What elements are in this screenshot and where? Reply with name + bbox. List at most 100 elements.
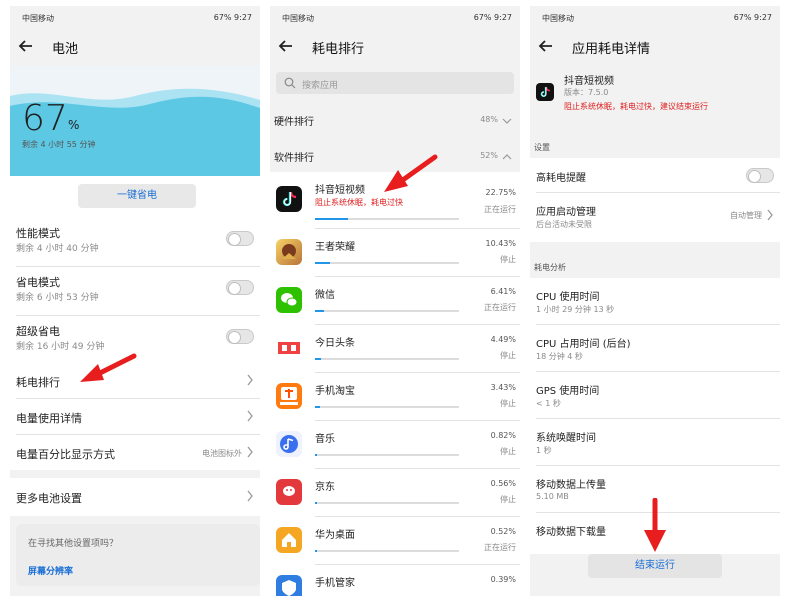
settings-section-header: 设置 (534, 143, 550, 152)
app-list: 抖音短视频 阻止系统休眠，耗电过快 22.75% 正在运行 王者荣耀 10.43… (270, 172, 520, 596)
chevron-up-icon (502, 154, 512, 160)
high-power-alert-toggle[interactable] (746, 168, 774, 183)
app-name: 抖音短视频 (564, 76, 614, 87)
wechat-icon (276, 287, 302, 313)
launch-management-row[interactable]: 应用启动管理 后台活动未受限 自动管理 (530, 193, 780, 242)
app-name: 音乐 (315, 434, 335, 445)
usage-bar-fill (315, 406, 320, 408)
search-placeholder: 搜索应用 (302, 81, 339, 91)
ultra-save-toggle[interactable] (226, 329, 254, 344)
hint-text: 在寻找其他设置项吗？ (28, 539, 119, 549)
power-modes-card: 性能模式 剩余 4 小时 40 分钟 省电模式 剩余 6 小时 53 分钟 超级… (10, 218, 260, 364)
app-row-phone-manager[interactable]: 手机管家 0.39% (270, 565, 520, 596)
red-annotation-arrow (644, 498, 666, 552)
mode-title: 超级省电 (16, 325, 60, 338)
app-row-honor-of-kings[interactable]: 王者荣耀 10.43% 停止 (270, 229, 520, 276)
back-arrow-icon[interactable] (536, 36, 556, 56)
title-bar: 电池 (10, 28, 260, 66)
settings-card: 高耗电提醒 应用启动管理 后台活动未受限 自动管理 (530, 158, 780, 242)
search-input[interactable]: 搜索应用 (276, 72, 514, 94)
metric-title: 系统唤醒时间 (536, 433, 596, 444)
honor-of-kings-icon (276, 239, 302, 265)
software-label: 软件排行 (274, 153, 314, 164)
app-name: 手机淘宝 (315, 386, 355, 397)
remaining-time: 剩余 4 小时 55 分钟 (22, 140, 96, 149)
metric-value: < 1 秒 (536, 399, 561, 408)
screen-resolution-link[interactable]: 屏幕分辨率 (28, 564, 73, 577)
music-icon (276, 431, 302, 457)
app-status: 停止 (500, 447, 516, 456)
chevron-right-icon (247, 374, 253, 386)
page-title: 电池 (52, 42, 79, 57)
carrier-label: 中国移动 (22, 14, 54, 23)
chevron-down-icon (502, 118, 512, 124)
app-row-taobao[interactable]: 手机淘宝 3.43% 停止 (270, 373, 520, 420)
mode-sub: 剩余 4 小时 40 分钟 (16, 244, 99, 254)
metric-title: CPU 使用时间 (536, 292, 600, 303)
mode-sub: 剩余 6 小时 53 分钟 (16, 293, 99, 303)
back-arrow-icon[interactable] (16, 36, 36, 56)
launch-sub: 后台活动未受限 (536, 220, 592, 229)
chevron-right-icon (247, 410, 253, 422)
back-arrow-icon[interactable] (276, 36, 296, 56)
battery-level: 67% (213, 13, 232, 22)
metric-row: GPS 使用时间 < 1 秒 (530, 372, 780, 418)
battery-level: 67% (733, 13, 752, 22)
battery-percent: 67 (22, 98, 68, 139)
huawei-launcher-icon (276, 527, 302, 553)
clock: 9:27 (754, 13, 772, 22)
taobao-icon (276, 383, 302, 409)
mode-row-performance[interactable]: 性能模式 剩余 4 小时 40 分钟 (10, 218, 260, 266)
more-settings-label: 更多电池设置 (16, 492, 82, 505)
percent-unit: % (68, 118, 80, 132)
one-click-save-button[interactable]: 一键省电 (78, 184, 196, 208)
usage-bar-fill (315, 358, 321, 360)
app-percent: 0.82% (490, 431, 516, 440)
app-warning: 阻止系统休眠，耗电过快 (315, 198, 403, 207)
app-status: 正在运行 (484, 303, 516, 312)
usage-bar-fill (315, 454, 317, 456)
performance-toggle[interactable] (226, 231, 254, 246)
app-percent: 0.56% (490, 479, 516, 488)
alert-label: 高耗电提醒 (536, 173, 586, 184)
app-row-toutiao[interactable]: 今日头条 4.49% 停止 (270, 325, 520, 372)
mode-title: 省电模式 (16, 276, 60, 289)
hardware-ranking-header[interactable]: 硬件排行 48% (270, 102, 520, 136)
app-status: 停止 (500, 255, 516, 264)
usage-bar-fill (315, 550, 317, 552)
settings-hint: 在寻找其他设置项吗？ 屏幕分辨率 (16, 524, 260, 586)
usage-details-label: 电量使用详情 (16, 412, 82, 425)
power-save-toggle[interactable] (226, 280, 254, 295)
app-percent: 22.75% (485, 188, 516, 197)
end-process-button[interactable]: 结束运行 (588, 554, 722, 578)
usage-bar-fill (315, 262, 330, 264)
app-row-huawei-launcher[interactable]: 华为桌面 0.52% 正在运行 (270, 517, 520, 564)
metric-row: CPU 使用时间 1 小时 29 分钟 13 秒 (530, 278, 780, 324)
app-name: 王者荣耀 (315, 242, 355, 253)
app-status: 停止 (500, 495, 516, 504)
mode-sub: 剩余 16 小时 49 分钟 (16, 342, 105, 352)
usage-bar-track (315, 406, 459, 408)
app-name: 京东 (315, 482, 335, 493)
usage-bar-track (315, 550, 459, 552)
page-title: 耗电排行 (312, 42, 365, 57)
percent-display-item[interactable]: 电量百分比显示方式 电池图标外 (10, 435, 260, 470)
high-power-alert-row[interactable]: 高耗电提醒 (530, 158, 780, 192)
app-percent: 4.49% (490, 335, 516, 344)
chevron-right-icon (767, 209, 773, 221)
app-row-wechat[interactable]: 微信 6.41% 正在运行 (270, 277, 520, 324)
app-row-jd[interactable]: 京东 0.56% 停止 (270, 469, 520, 516)
red-annotation-arrow (384, 154, 438, 192)
page-title: 应用耗电详情 (572, 42, 651, 57)
more-battery-settings-item[interactable]: 更多电池设置 (10, 478, 260, 516)
mode-row-power-save[interactable]: 省电模式 剩余 6 小时 53 分钟 (10, 267, 260, 315)
phone-manager-icon (276, 575, 302, 596)
clock: 9:27 (234, 13, 252, 22)
usage-bar-track (315, 358, 459, 360)
save-card: 一键省电 (10, 176, 260, 218)
hardware-value: 48% (480, 115, 498, 124)
battery-screen: 中国移动 67% 9:27 电池 67 % 剩余 4 小时 55 分钟 一键省电… (10, 6, 260, 596)
usage-details-item[interactable]: 电量使用详情 (10, 399, 260, 434)
usage-bar-track (315, 218, 459, 220)
app-row-music[interactable]: 音乐 0.82% 停止 (270, 421, 520, 468)
